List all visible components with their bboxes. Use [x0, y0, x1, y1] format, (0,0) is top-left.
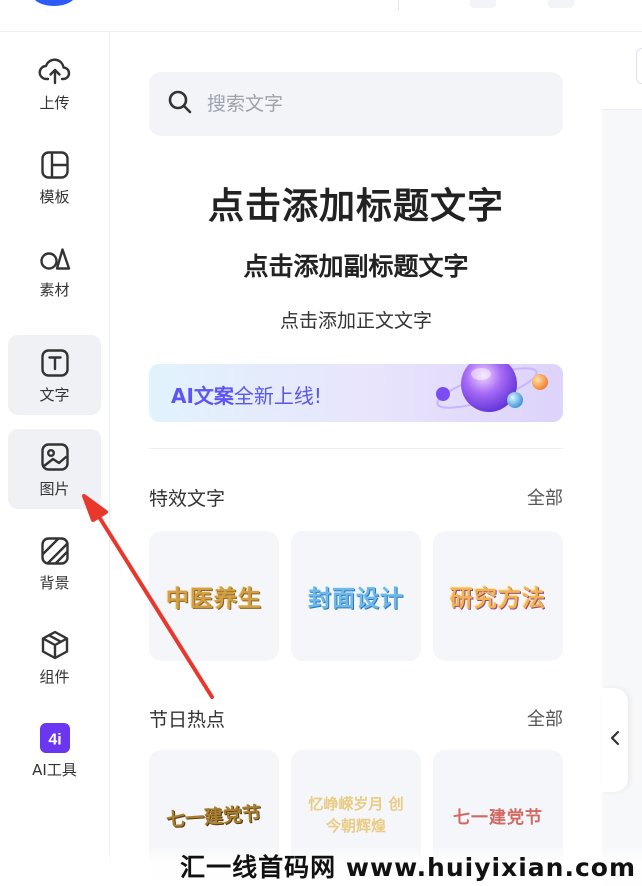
sidebar-item-label: AI工具	[32, 761, 77, 779]
holiday-sample-text: 七一建党节	[453, 807, 543, 828]
sidebar-item-ai-tools[interactable]: 4i AI工具	[8, 710, 101, 790]
sidebar-item-label: 背景	[39, 574, 70, 592]
image-icon	[38, 440, 72, 474]
add-subtitle-text[interactable]: 点击添加副标题文字	[110, 247, 602, 283]
chevron-left-icon	[609, 730, 621, 750]
view-all-link[interactable]: 全部	[527, 705, 563, 731]
effect-text-sample: 中医养生	[166, 585, 262, 612]
canvas-toolbar-edge	[602, 32, 642, 110]
ai-orb-illustration	[436, 364, 548, 412]
text-t-icon	[38, 346, 72, 380]
collapse-panel-button[interactable]	[602, 688, 628, 792]
search-box[interactable]	[149, 72, 563, 136]
editor-page: 上传 模板 素材 文字 图片 背景 组件 4i AI工具 搜索文字 点击添加标题…	[0, 0, 642, 886]
ai-copywriting-banner[interactable]: AI文案全新上线!	[149, 364, 563, 422]
top-button-stub[interactable]	[548, 0, 574, 8]
site-watermark: 汇一线首码网 www.huiyixian.com	[0, 846, 642, 886]
effect-text-card[interactable]: 封面设计	[291, 531, 421, 661]
toolbar-button-stub[interactable]	[636, 48, 642, 84]
svg-text:4i: 4i	[48, 732, 61, 749]
sidebar-item-components[interactable]: 组件	[8, 617, 101, 697]
holiday-sample-text: 忆峥嵘岁月 创今朝辉煌	[308, 795, 404, 835]
holiday-sample-text: 七一建党节	[165, 802, 263, 831]
section-title: 节日热点	[149, 709, 226, 731]
search-input[interactable]	[207, 93, 537, 115]
top-divider	[398, 0, 399, 10]
effect-text-card[interactable]: 研究方法	[433, 531, 563, 661]
sidebar-item-background[interactable]: 背景	[8, 523, 101, 603]
add-title-text[interactable]: 点击添加标题文字	[110, 177, 602, 229]
view-all-link[interactable]: 全部	[527, 484, 563, 510]
sidebar-item-materials[interactable]: 素材	[8, 230, 101, 310]
sidebar-item-image[interactable]: 图片	[8, 429, 101, 509]
section-title: 特效文字	[149, 488, 226, 510]
ai-badge-icon: 4i	[38, 721, 72, 755]
sidebar-item-label: 模板	[39, 188, 70, 206]
ai-banner-rest: 全新上线!	[233, 384, 322, 408]
section-effect-text-header: 特效文字 全部	[149, 484, 563, 510]
text-panel: 点击添加标题文字 点击添加副标题文字 点击添加正文文字 AI文案全新上线!	[110, 32, 602, 886]
effect-text-sample: 研究方法	[450, 585, 546, 612]
sidebar-item-label: 上传	[39, 94, 70, 112]
sidebar-item-upload[interactable]: 上传	[8, 43, 101, 123]
top-bar	[0, 0, 642, 32]
template-layout-icon	[38, 148, 72, 182]
top-button-stub[interactable]	[470, 0, 496, 8]
sidebar-item-template[interactable]: 模板	[8, 137, 101, 217]
effect-text-card[interactable]: 中医养生	[149, 531, 279, 661]
shapes-icon	[38, 241, 72, 275]
section-holiday-header: 节日热点 全部	[149, 705, 563, 731]
upload-cloud-icon	[38, 54, 72, 88]
add-body-text[interactable]: 点击添加正文文字	[110, 306, 602, 333]
component-cube-icon	[38, 628, 72, 662]
sidebar-item-label: 组件	[39, 668, 70, 686]
sidebar-item-text[interactable]: 文字	[8, 335, 101, 415]
sidebar-item-label: 文字	[39, 386, 70, 404]
panel-divider	[149, 448, 563, 449]
app-logo[interactable]	[32, 0, 76, 6]
ai-banner-highlight: AI文案	[171, 384, 234, 408]
ai-banner-text: AI文案全新上线!	[171, 380, 322, 409]
effect-text-sample: 封面设计	[308, 585, 404, 612]
sidebar-nav: 上传 模板 素材 文字 图片 背景 组件 4i AI工具	[0, 32, 110, 886]
search-icon	[167, 89, 193, 119]
sidebar-item-label: 图片	[39, 480, 70, 498]
canvas-edge	[602, 32, 642, 886]
sidebar-item-label: 素材	[39, 281, 70, 299]
background-stripes-icon	[38, 534, 72, 568]
